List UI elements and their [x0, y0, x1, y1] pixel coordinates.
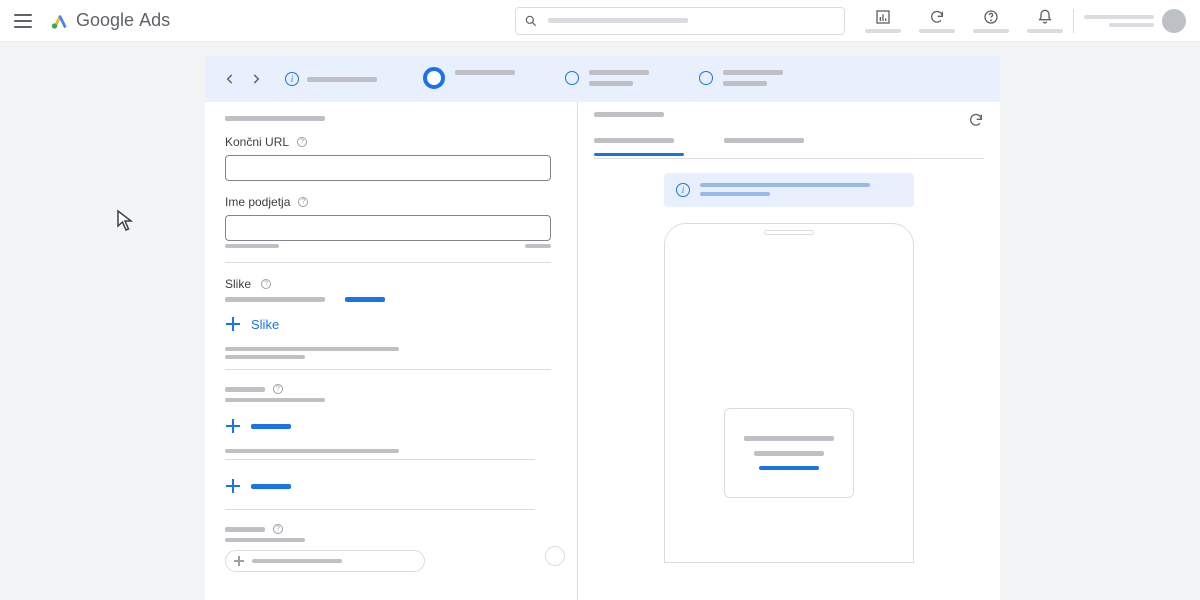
images-subtab-1[interactable] — [225, 297, 325, 302]
stepper-back-button[interactable] — [223, 72, 237, 86]
hint-text — [225, 398, 325, 402]
tab-divider — [594, 158, 984, 159]
step-2[interactable] — [565, 70, 649, 86]
images-subtab-2-active[interactable] — [345, 297, 385, 302]
google-ads-logo-icon — [50, 11, 70, 31]
preview-info-banner — [664, 173, 914, 207]
step-1-current[interactable] — [423, 70, 515, 89]
images-section-heading: Slike — [225, 277, 557, 291]
header-tool-notifications[interactable] — [1027, 9, 1063, 33]
final-url-label: Končni URL — [225, 135, 289, 149]
header-divider — [1073, 9, 1074, 33]
help-icon — [983, 9, 999, 25]
product-logo[interactable]: Google Ads — [50, 10, 170, 31]
hint-text — [225, 538, 305, 542]
strength-indicator-placeholder — [545, 546, 565, 566]
help-icon[interactable] — [273, 524, 283, 534]
header-tool-help[interactable] — [973, 9, 1009, 33]
reports-icon — [875, 9, 891, 25]
help-icon[interactable] — [261, 279, 271, 289]
phone-notch — [764, 230, 814, 235]
char-count-right — [525, 244, 551, 248]
plus-icon — [225, 418, 241, 434]
final-url-input[interactable] — [225, 155, 551, 181]
refresh-icon — [929, 9, 945, 25]
user-avatar[interactable] — [1162, 9, 1186, 33]
header-tool-icons — [865, 9, 1063, 33]
add-pill-input[interactable] — [225, 550, 425, 572]
info-icon — [676, 183, 690, 197]
ad-preview-card — [724, 408, 854, 498]
ad-creation-form: Končni URL Ime podjetja Slike — [205, 102, 577, 600]
add-images-button[interactable]: Slike — [225, 312, 279, 336]
mobile-preview-frame — [664, 223, 914, 563]
bell-icon — [1037, 9, 1053, 25]
hint-text — [225, 347, 399, 351]
header-tool-reports[interactable] — [865, 9, 901, 33]
info-icon — [285, 72, 299, 86]
subsection-c-label — [225, 524, 557, 534]
global-search-input[interactable] — [515, 7, 845, 35]
search-placeholder — [548, 18, 688, 23]
stepper-context-chip — [285, 72, 377, 86]
add-item-a-button[interactable] — [225, 414, 291, 438]
global-header: Google Ads — [0, 0, 1200, 42]
char-hint-left — [225, 244, 279, 248]
campaign-stepper — [205, 56, 1000, 102]
preview-tab-2[interactable] — [724, 138, 814, 156]
help-icon[interactable] — [297, 137, 307, 147]
business-name-label: Ime podjetja — [225, 195, 290, 209]
business-name-field-group: Ime podjetja — [225, 195, 557, 248]
account-switcher[interactable] — [1084, 9, 1186, 33]
account-name — [1084, 15, 1154, 27]
section-divider — [225, 509, 535, 510]
mouse-cursor — [114, 208, 138, 232]
images-label: Slike — [225, 277, 251, 291]
hint-text — [225, 449, 399, 453]
preview-refresh-button[interactable] — [968, 112, 984, 128]
section-divider — [225, 369, 551, 370]
stepper-forward-button[interactable] — [249, 72, 263, 86]
form-title — [225, 116, 325, 121]
subsection-a-label — [225, 384, 557, 394]
hamburger-menu-icon[interactable] — [14, 12, 32, 30]
main-workspace: .steps { display:flex; gap: 50px; } .ste… — [205, 56, 1000, 600]
preview-tab-1-active[interactable] — [594, 138, 684, 156]
business-name-input[interactable] — [225, 215, 551, 241]
search-icon — [524, 14, 538, 28]
plus-icon — [225, 316, 241, 332]
hint-text — [225, 355, 305, 359]
plus-icon — [225, 478, 241, 494]
product-name: Google Ads — [76, 10, 170, 31]
header-tool-refresh[interactable] — [919, 9, 955, 33]
section-divider — [225, 262, 551, 263]
help-icon[interactable] — [273, 384, 283, 394]
preview-title — [594, 112, 664, 117]
ad-preview-panel — [577, 102, 1000, 600]
pill-placeholder — [252, 559, 342, 563]
plus-icon — [234, 556, 244, 566]
step-3[interactable] — [699, 70, 783, 86]
final-url-field-group: Končni URL — [225, 135, 557, 181]
add-item-b-button[interactable] — [225, 474, 291, 498]
help-icon[interactable] — [298, 197, 308, 207]
section-divider — [225, 459, 535, 460]
